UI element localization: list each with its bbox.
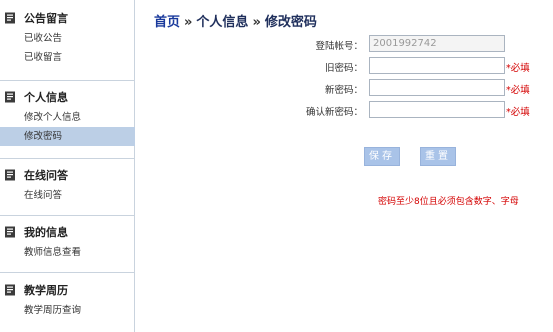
form-row-new-password: 新密码： *必填 [135, 79, 553, 97]
old-password-field[interactable] [369, 57, 505, 74]
divider [0, 272, 135, 273]
required-mark: *必填 [506, 107, 530, 118]
sidebar: 公告留言 已收公告 已收留言 个人信息 修改个人信息 修改密码 在线问答 在线问… [0, 0, 135, 332]
form-row-confirm-password: 确认新密码： *必填 [135, 101, 553, 119]
account-field[interactable] [369, 35, 505, 52]
required-mark: *必填 [506, 63, 530, 74]
section-title: 我的信息 [24, 226, 68, 239]
section-header-my-info: 我的信息 [0, 221, 135, 243]
breadcrumb-level1: 个人信息 [196, 15, 249, 30]
divider [0, 80, 135, 81]
section-personal-info: 个人信息 修改个人信息 修改密码 [0, 86, 135, 146]
section-title: 教学周历 [24, 284, 68, 297]
breadcrumb-home-link[interactable]: 首页 [154, 15, 180, 30]
section-title: 公告留言 [24, 12, 68, 25]
reset-button[interactable]: 重置 [420, 147, 456, 166]
form-row-account: 登陆帐号： [135, 35, 553, 53]
document-icon [4, 226, 16, 238]
section-qa: 在线问答 在线问答 [0, 164, 135, 205]
section-title: 在线问答 [24, 169, 68, 182]
sidebar-item-online-qa[interactable]: 在线问答 [0, 186, 135, 205]
old-password-label: 旧密码： [324, 63, 363, 74]
sidebar-item-edit-profile[interactable]: 修改个人信息 [0, 108, 135, 127]
section-header-notices: 公告留言 [0, 7, 135, 29]
document-icon [4, 12, 16, 24]
section-header-teaching-calendar: 教学周历 [0, 279, 135, 301]
save-button[interactable]: 保存 [364, 147, 400, 166]
sidebar-item-received-messages[interactable]: 已收留言 [0, 48, 135, 67]
form-row-old-password: 旧密码： *必填 [135, 57, 553, 75]
password-hint: 密码至少8位且必须包含数字、字母 [378, 197, 519, 207]
breadcrumb-separator: » [252, 15, 261, 30]
section-my-info: 我的信息 教师信息查看 [0, 221, 135, 262]
document-icon [4, 91, 16, 103]
main-content: 首页»个人信息»修改密码 登陆帐号： 旧密码： *必填 新密码： *必填 确认新… [135, 0, 553, 332]
document-icon [4, 284, 16, 296]
section-title: 个人信息 [24, 91, 68, 104]
document-icon [4, 169, 16, 181]
new-password-label: 新密码： [324, 85, 363, 96]
divider [0, 215, 135, 216]
section-header-qa: 在线问答 [0, 164, 135, 186]
section-header-personal-info: 个人信息 [0, 86, 135, 108]
confirm-password-label: 确认新密码： [305, 107, 363, 118]
breadcrumb-current: 修改密码 [264, 15, 317, 30]
sidebar-item-change-password[interactable]: 修改密码 [0, 127, 135, 146]
breadcrumb: 首页» 个人信息» 修改密码 [154, 11, 317, 30]
new-password-field[interactable] [369, 79, 505, 96]
sidebar-item-calendar-query[interactable]: 教学周历查询 [0, 301, 135, 320]
divider [0, 158, 135, 159]
section-notices: 公告留言 已收公告 已收留言 [0, 7, 135, 67]
sidebar-item-received-notices[interactable]: 已收公告 [0, 29, 135, 48]
sidebar-item-teacher-info[interactable]: 教师信息查看 [0, 243, 135, 262]
required-mark: *必填 [506, 85, 530, 96]
confirm-password-field[interactable] [369, 101, 505, 118]
section-teaching-calendar: 教学周历 教学周历查询 [0, 279, 135, 320]
account-label: 登陆帐号： [315, 41, 363, 52]
breadcrumb-separator: » [184, 15, 193, 30]
